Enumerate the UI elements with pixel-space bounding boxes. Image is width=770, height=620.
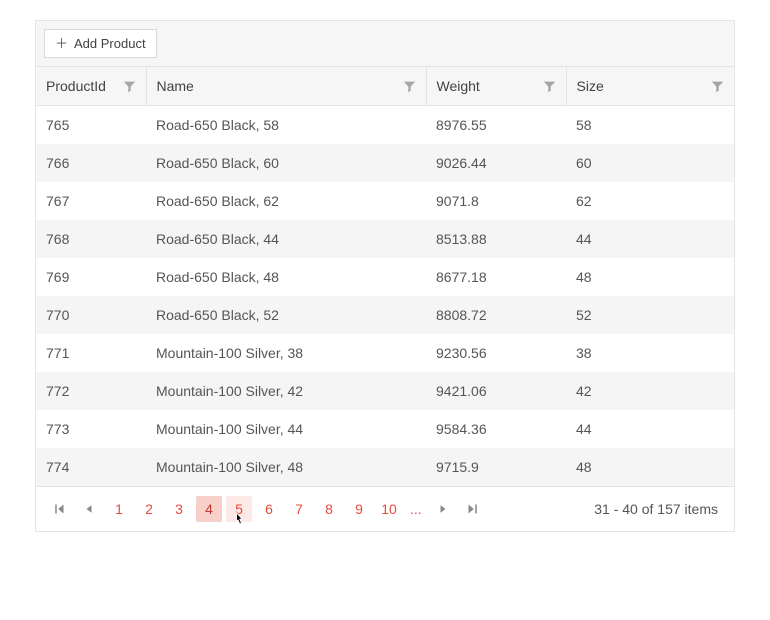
pager-page-7[interactable]: 7: [286, 496, 312, 522]
table-row[interactable]: 773Mountain-100 Silver, 449584.3644: [36, 410, 734, 448]
cell-id: 766: [36, 144, 146, 182]
column-label: Size: [577, 78, 604, 94]
cell-id: 765: [36, 106, 146, 145]
cell-id: 771: [36, 334, 146, 372]
pager-page-10[interactable]: 10: [376, 496, 402, 522]
cell-name: Mountain-100 Silver, 38: [146, 334, 426, 372]
cell-weight: 9026.44: [426, 144, 566, 182]
cell-weight: 9421.06: [426, 372, 566, 410]
cell-name: Road-650 Black, 52: [146, 296, 426, 334]
pager-page-4[interactable]: 4: [196, 496, 222, 522]
cell-name: Mountain-100 Silver, 48: [146, 448, 426, 486]
cell-id: 772: [36, 372, 146, 410]
cell-size: 44: [566, 220, 734, 258]
column-label: ProductId: [46, 78, 106, 94]
filter-icon[interactable]: [123, 80, 136, 93]
cell-size: 60: [566, 144, 734, 182]
cell-name: Mountain-100 Silver, 44: [146, 410, 426, 448]
cell-name: Mountain-100 Silver, 42: [146, 372, 426, 410]
plus-icon: ＋: [55, 37, 68, 50]
pager-page-1[interactable]: 1: [106, 496, 132, 522]
cell-weight: 8677.18: [426, 258, 566, 296]
cell-id: 774: [36, 448, 146, 486]
table-row[interactable]: 771Mountain-100 Silver, 389230.5638: [36, 334, 734, 372]
table-row[interactable]: 772Mountain-100 Silver, 429421.0642: [36, 372, 734, 410]
filter-icon[interactable]: [543, 80, 556, 93]
cell-size: 38: [566, 334, 734, 372]
cell-weight: 9071.8: [426, 182, 566, 220]
table-row[interactable]: 769Road-650 Black, 488677.1848: [36, 258, 734, 296]
pager-page-6[interactable]: 6: [256, 496, 282, 522]
cell-id: 769: [36, 258, 146, 296]
filter-icon[interactable]: [711, 80, 724, 93]
data-grid: ＋ Add Product ProductId Name: [35, 20, 735, 532]
pager-prev-button[interactable]: [76, 496, 102, 522]
add-product-label: Add Product: [74, 36, 146, 51]
cell-name: Road-650 Black, 48: [146, 258, 426, 296]
pager-info: 31 - 40 of 157 items: [594, 501, 724, 517]
data-table: ProductId Name: [36, 67, 734, 486]
pager-pages: 12345678910: [106, 496, 402, 522]
table-row[interactable]: 768Road-650 Black, 448513.8844: [36, 220, 734, 258]
cell-size: 58: [566, 106, 734, 145]
cell-size: 48: [566, 258, 734, 296]
cell-name: Road-650 Black, 60: [146, 144, 426, 182]
cell-weight: 9584.36: [426, 410, 566, 448]
cell-name: Road-650 Black, 58: [146, 106, 426, 145]
column-header-name[interactable]: Name: [146, 67, 426, 106]
cell-weight: 9715.9: [426, 448, 566, 486]
pager-page-9[interactable]: 9: [346, 496, 372, 522]
cell-size: 48: [566, 448, 734, 486]
pager-page-8[interactable]: 8: [316, 496, 342, 522]
column-label: Weight: [437, 78, 480, 94]
cell-size: 62: [566, 182, 734, 220]
table-row[interactable]: 770Road-650 Black, 528808.7252: [36, 296, 734, 334]
cell-name: Road-650 Black, 62: [146, 182, 426, 220]
cell-size: 44: [566, 410, 734, 448]
pager-page-3[interactable]: 3: [166, 496, 192, 522]
cell-weight: 9230.56: [426, 334, 566, 372]
cell-weight: 8808.72: [426, 296, 566, 334]
pager-first-button[interactable]: [46, 496, 72, 522]
cell-weight: 8976.55: [426, 106, 566, 145]
pager-page-2[interactable]: 2: [136, 496, 162, 522]
pager-page-5[interactable]: 5: [226, 496, 252, 522]
column-label: Name: [157, 78, 194, 94]
pager-more[interactable]: ...: [406, 501, 426, 517]
cursor-icon: [232, 512, 246, 528]
table-row[interactable]: 766Road-650 Black, 609026.4460: [36, 144, 734, 182]
column-header-weight[interactable]: Weight: [426, 67, 566, 106]
cell-id: 770: [36, 296, 146, 334]
table-row[interactable]: 767Road-650 Black, 629071.862: [36, 182, 734, 220]
cell-id: 767: [36, 182, 146, 220]
pager-next-button[interactable]: [430, 496, 456, 522]
cell-size: 42: [566, 372, 734, 410]
pager-last-button[interactable]: [460, 496, 486, 522]
filter-icon[interactable]: [403, 80, 416, 93]
cell-id: 768: [36, 220, 146, 258]
table-row[interactable]: 765Road-650 Black, 588976.5558: [36, 106, 734, 145]
add-product-button[interactable]: ＋ Add Product: [44, 29, 157, 58]
pager: 12345678910 ... 31 - 40 of 157 items: [36, 486, 734, 531]
grid-toolbar: ＋ Add Product: [36, 21, 734, 67]
column-header-size[interactable]: Size: [566, 67, 734, 106]
table-body: 765Road-650 Black, 588976.5558766Road-65…: [36, 106, 734, 487]
table-row[interactable]: 774Mountain-100 Silver, 489715.948: [36, 448, 734, 486]
cell-size: 52: [566, 296, 734, 334]
cell-id: 773: [36, 410, 146, 448]
cell-weight: 8513.88: [426, 220, 566, 258]
column-header-productid[interactable]: ProductId: [36, 67, 146, 106]
cell-name: Road-650 Black, 44: [146, 220, 426, 258]
